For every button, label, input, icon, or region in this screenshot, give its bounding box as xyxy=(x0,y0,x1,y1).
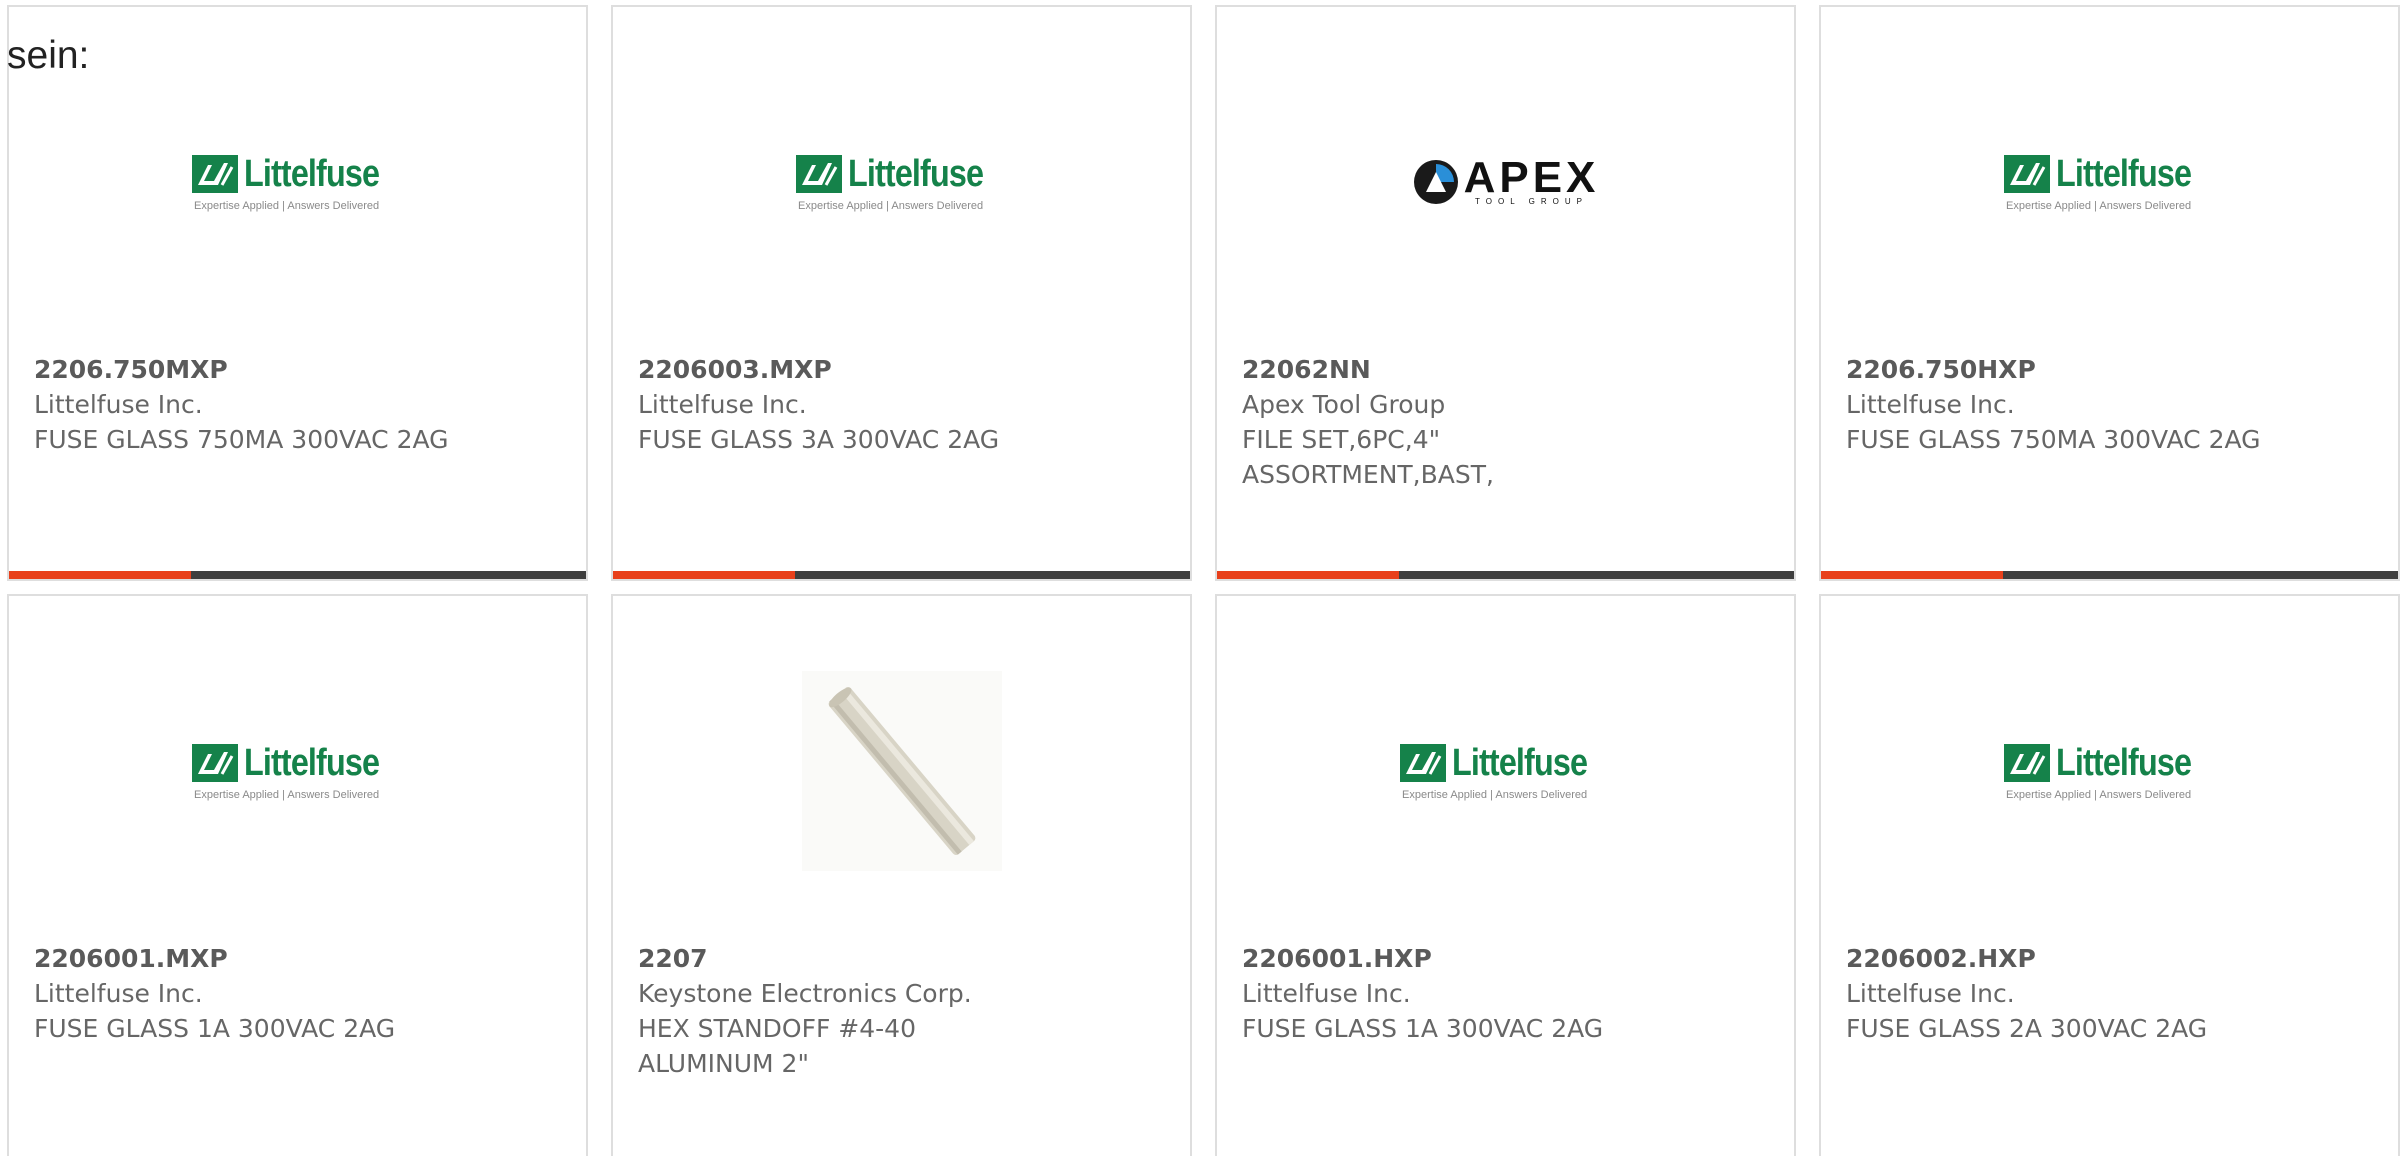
littelfuse-logo: Littelfuse Expertise Applied | Answers D… xyxy=(192,742,403,801)
manufacturer: Littelfuse Inc. xyxy=(34,390,203,419)
product-image[interactable]: Littelfuse Expertise Applied | Answers D… xyxy=(9,656,586,886)
card-accent-bar xyxy=(9,571,191,579)
description: FUSE GLASS 2A 300VAC 2AG xyxy=(1846,1014,2208,1043)
apex-logo: APEX TOOL GROUP xyxy=(1412,152,1600,206)
product-image[interactable]: Littelfuse Expertise Applied | Answers D… xyxy=(613,67,1190,297)
card-bottom-bar xyxy=(1217,571,1794,579)
product-image[interactable]: Littelfuse Expertise Applied | Answers D… xyxy=(1821,67,2398,297)
littelfuse-logo: Littelfuse Expertise Applied | Answers D… xyxy=(796,153,1007,212)
product-image[interactable]: Littelfuse Expertise Applied | Answers D… xyxy=(1821,656,2398,886)
description: FUSE GLASS 750MA 300VAC 2AG xyxy=(1846,425,2261,454)
part-number[interactable]: 2206002.HXP xyxy=(1846,941,2378,976)
littelfuse-logo: Littelfuse Expertise Applied | Answers D… xyxy=(2004,742,2215,801)
part-number[interactable]: 2206001.HXP xyxy=(1242,941,1774,976)
littelfuse-logo: Littelfuse Expertise Applied | Answers D… xyxy=(192,153,403,212)
littelfuse-tagline: Expertise Applied | Answers Delivered xyxy=(2006,788,2192,801)
product-card[interactable]: Littelfuse Expertise Applied | Answers D… xyxy=(1819,5,2400,581)
littelfuse-mark-icon xyxy=(2004,744,2051,782)
manufacturer: Littelfuse Inc. xyxy=(638,390,807,419)
littelfuse-mark-icon xyxy=(192,744,239,782)
part-number[interactable]: 2206.750MXP xyxy=(34,352,566,387)
littelfuse-wordmark: Littelfuse xyxy=(244,152,380,195)
product-image[interactable]: Littelfuse Expertise Applied | Answers D… xyxy=(9,67,586,297)
card-accent-bar xyxy=(1217,571,1399,579)
littelfuse-wordmark: Littelfuse xyxy=(2056,741,2192,784)
littelfuse-wordmark: Littelfuse xyxy=(1452,741,1588,784)
apex-mark-icon xyxy=(1413,160,1458,204)
littelfuse-wordmark: Littelfuse xyxy=(848,152,984,195)
manufacturer: Littelfuse Inc. xyxy=(1242,979,1411,1008)
description: FUSE GLASS 750MA 300VAC 2AG xyxy=(34,425,449,454)
part-number[interactable]: 2206.750HXP xyxy=(1846,352,2378,387)
apex-wordmark: APEX xyxy=(1463,152,1600,202)
littelfuse-tagline: Expertise Applied | Answers Delivered xyxy=(798,199,984,212)
product-card[interactable]: Littelfuse Expertise Applied | Answers D… xyxy=(1819,594,2400,1156)
product-card[interactable]: APEX TOOL GROUP 22062NN Apex Tool Group … xyxy=(1215,5,1796,581)
manufacturer: Keystone Electronics Corp. xyxy=(638,979,972,1008)
littelfuse-tagline: Expertise Applied | Answers Delivered xyxy=(1402,788,1588,801)
littelfuse-logo: Littelfuse Expertise Applied | Answers D… xyxy=(2004,153,2215,212)
product-card[interactable]: Littelfuse Expertise Applied | Answers D… xyxy=(1215,594,1796,1156)
description: FUSE GLASS 3A 300VAC 2AG xyxy=(638,425,1000,454)
description: FUSE GLASS 1A 300VAC 2AG xyxy=(1242,1014,1604,1043)
manufacturer: Littelfuse Inc. xyxy=(34,979,203,1008)
card-accent-bar xyxy=(1821,571,2003,579)
littelfuse-tagline: Expertise Applied | Answers Delivered xyxy=(194,199,380,212)
littelfuse-tagline: Expertise Applied | Answers Delivered xyxy=(2006,199,2192,212)
description: FUSE GLASS 1A 300VAC 2AG xyxy=(34,1014,396,1043)
littelfuse-mark-icon xyxy=(192,155,239,193)
part-number[interactable]: 22062NN xyxy=(1242,352,1774,387)
card-accent-bar xyxy=(613,571,795,579)
card-bottom-bar xyxy=(613,571,1190,579)
product-card[interactable]: 2207 Keystone Electronics Corp. HEX STAN… xyxy=(611,594,1192,1156)
littelfuse-mark-icon xyxy=(796,155,843,193)
littelfuse-wordmark: Littelfuse xyxy=(2056,152,2192,195)
product-grid-page: sein: Littelfuse Expertise Applied | Ans… xyxy=(0,0,2400,1156)
manufacturer: Apex Tool Group xyxy=(1242,390,1446,419)
hex-standoff-photo xyxy=(801,671,1002,871)
part-number[interactable]: 2206003.MXP xyxy=(638,352,1170,387)
part-number[interactable]: 2207 xyxy=(638,941,1170,976)
littelfuse-mark-icon xyxy=(1400,744,1447,782)
description: HEX STANDOFF #4-40 ALUMINUM 2" xyxy=(638,1014,916,1078)
description: FILE SET,6PC,4" ASSORTMENT,BAST, xyxy=(1242,425,1494,489)
littelfuse-tagline: Expertise Applied | Answers Delivered xyxy=(194,788,380,801)
product-card[interactable]: Littelfuse Expertise Applied | Answers D… xyxy=(7,594,588,1156)
product-image[interactable] xyxy=(613,656,1190,886)
card-bottom-bar xyxy=(9,571,586,579)
littelfuse-mark-icon xyxy=(2004,155,2051,193)
intro-text: sein: xyxy=(7,34,90,77)
apex-subtitle: TOOL GROUP xyxy=(1475,196,1588,206)
part-number[interactable]: 2206001.MXP xyxy=(34,941,566,976)
product-image[interactable]: Littelfuse Expertise Applied | Answers D… xyxy=(1217,656,1794,886)
manufacturer: Littelfuse Inc. xyxy=(1846,979,2015,1008)
card-bottom-bar xyxy=(1821,571,2398,579)
product-card[interactable]: Littelfuse Expertise Applied | Answers D… xyxy=(7,5,588,581)
product-card[interactable]: Littelfuse Expertise Applied | Answers D… xyxy=(611,5,1192,581)
manufacturer: Littelfuse Inc. xyxy=(1846,390,2015,419)
littelfuse-wordmark: Littelfuse xyxy=(244,741,380,784)
product-image[interactable]: APEX TOOL GROUP xyxy=(1217,67,1794,297)
littelfuse-logo: Littelfuse Expertise Applied | Answers D… xyxy=(1400,742,1611,801)
